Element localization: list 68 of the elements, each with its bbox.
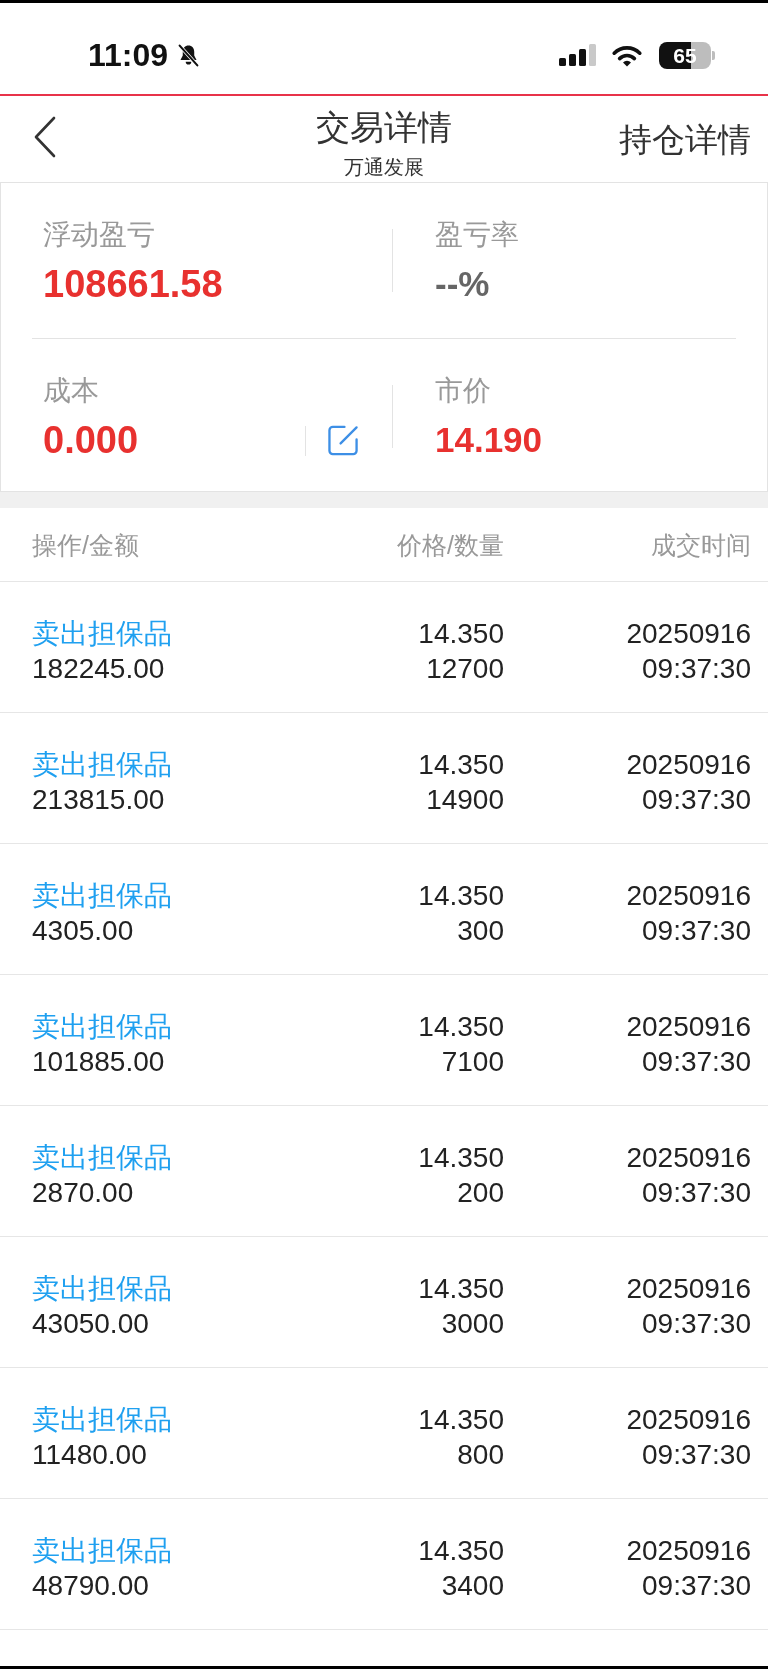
trade-quantity: 14900 [426,783,504,817]
trade-amount: 48790.00 [32,1569,149,1603]
summary-value: --% [435,263,490,305]
trade-type: 卖出担保品 [32,1403,172,1437]
summary-value: 0.000 [43,418,139,463]
trade-quantity: 3400 [441,1569,504,1603]
trade-date: 20250916 [626,1010,751,1044]
trade-date: 20250916 [626,1403,751,1437]
signal-icon [559,44,597,66]
trade-time: 09:37:30 [642,1176,751,1210]
trade-type: 卖出担保品 [32,879,172,913]
trade-price: 14.350 [418,617,504,651]
trade-time: 09:37:30 [642,783,751,817]
trade-price: 14.350 [418,879,504,913]
summary-label: 成本 [43,374,99,408]
summary-value: 14.190 [435,419,543,461]
trade-price: 14.350 [418,1403,504,1437]
trade-type: 卖出担保品 [32,1272,172,1306]
holdings-detail-link[interactable]: 持仓详情 [619,120,751,160]
trade-type: 卖出担保品 [32,1534,172,1568]
trade-date: 20250916 [626,879,751,913]
trade-quantity: 300 [457,914,504,948]
trade-amount: 101885.00 [32,1045,165,1079]
trade-time: 09:37:30 [642,1307,751,1341]
trade-amount: 4305.00 [32,914,134,948]
edit-cost-button[interactable] [328,425,359,456]
trade-amount: 213815.00 [32,783,165,817]
trade-quantity: 800 [457,1438,504,1472]
trade-price: 14.350 [418,748,504,782]
trade-price: 14.350 [418,1010,504,1044]
summary-label: 市价 [435,374,491,408]
trade-quantity: 200 [457,1176,504,1210]
page-title: 交易详情 [316,107,452,147]
trade-type: 卖出担保品 [32,1141,172,1175]
trade-date: 20250916 [626,617,751,651]
trade-amount: 2870.00 [32,1176,134,1210]
trade-quantity: 7100 [441,1045,504,1079]
column-header: 操作/金额 [32,529,139,560]
trade-quantity: 3000 [441,1307,504,1341]
trade-type: 卖出担保品 [32,748,172,782]
summary-value: 108661.58 [43,262,223,307]
trade-quantity: 12700 [426,652,504,686]
trade-time: 09:37:30 [642,1438,751,1472]
trade-date: 20250916 [626,1141,751,1175]
column-header: 价格/数量 [397,529,504,560]
trade-date: 20250916 [626,1272,751,1306]
trade-price: 14.350 [418,1141,504,1175]
column-header: 成交时间 [651,529,751,560]
trade-type: 卖出担保品 [32,1010,172,1044]
trade-price: 14.350 [418,1534,504,1568]
trade-time: 09:37:30 [642,652,751,686]
trade-time: 09:37:30 [642,1045,751,1079]
trade-time: 09:37:30 [642,914,751,948]
summary-label: 盈亏率 [435,218,519,252]
trade-type: 卖出担保品 [32,617,172,651]
trade-date: 20250916 [626,748,751,782]
trade-amount: 182245.00 [32,652,165,686]
trade-amount: 11480.00 [32,1438,147,1472]
trade-amount: 43050.00 [32,1307,149,1341]
trade-price: 14.350 [418,1272,504,1306]
trade-time: 09:37:30 [642,1569,751,1603]
back-chevron-icon [32,116,58,158]
wifi-icon [611,43,643,67]
status-time: 11:09 [88,39,169,71]
trade-date: 20250916 [626,1534,751,1568]
summary-label: 浮动盈亏 [43,218,155,252]
edit-icon [328,425,359,456]
stock-name: 万通发展 [344,155,424,179]
